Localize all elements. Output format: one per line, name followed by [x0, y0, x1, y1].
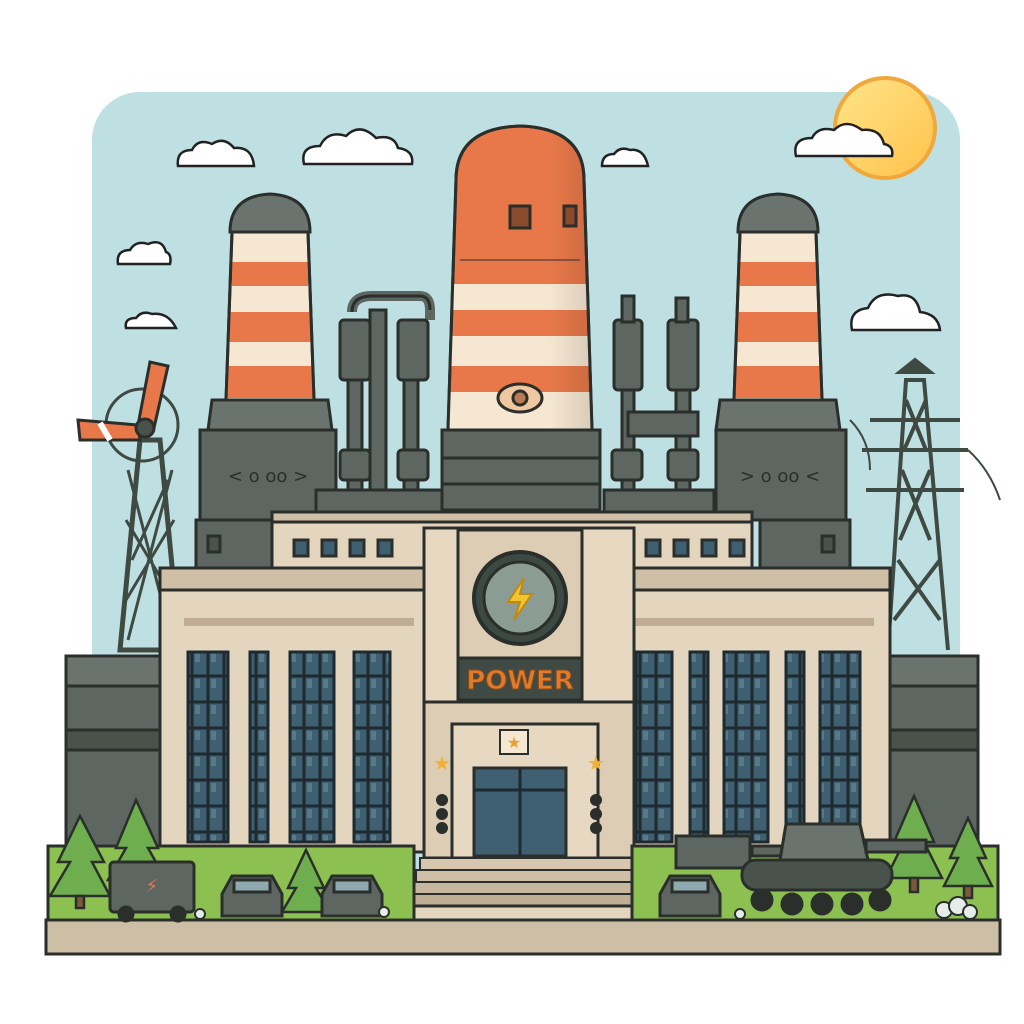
central-cooling-tower — [440, 124, 602, 512]
window — [784, 650, 806, 844]
window — [722, 650, 770, 844]
window — [186, 650, 230, 844]
power-sign-text: POWER — [466, 666, 574, 696]
window — [248, 650, 270, 844]
svg-text:★: ★ — [433, 751, 451, 775]
svg-text:> o oo <: > o oo < — [740, 466, 820, 487]
window — [688, 650, 710, 844]
power-plant-scene: < o oo > > o oo < POWER ★ ★ ★ ⚡ — [44, 76, 1002, 956]
svg-text:★: ★ — [587, 751, 605, 775]
emblem — [472, 550, 568, 646]
parked-car — [220, 874, 284, 918]
svg-text:< o oo >: < o oo > — [228, 466, 308, 487]
parked-car — [320, 874, 384, 918]
svg-text:★: ★ — [507, 733, 521, 752]
parked-car — [658, 874, 722, 918]
entrance-stairs — [407, 857, 645, 907]
svg-text:⚡: ⚡ — [146, 876, 159, 897]
window — [288, 650, 336, 844]
window — [818, 650, 862, 844]
generator-trailer: ⚡ — [108, 860, 196, 923]
power-sign: POWER — [456, 656, 584, 702]
window — [634, 650, 674, 844]
window — [352, 650, 392, 844]
